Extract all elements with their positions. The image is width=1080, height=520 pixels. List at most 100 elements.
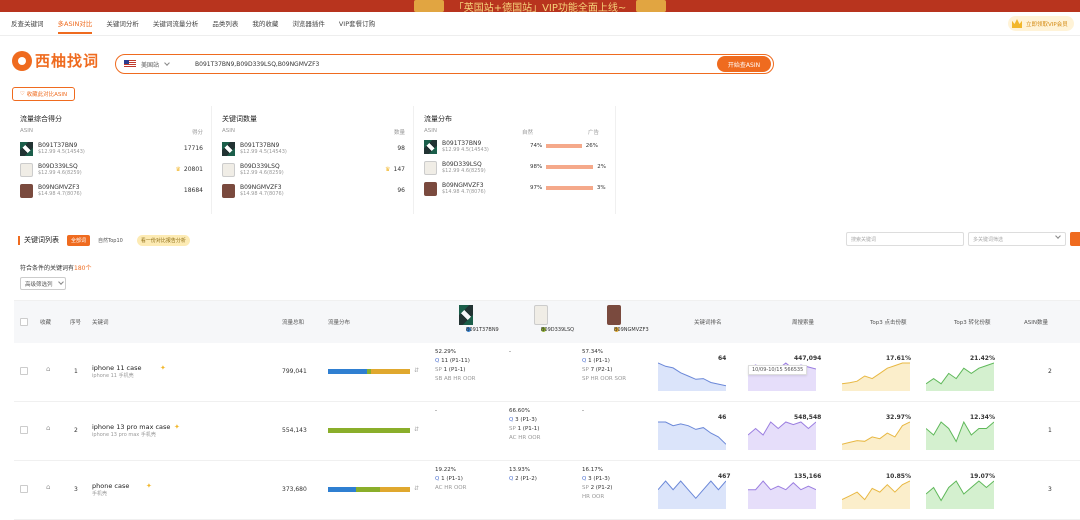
share-bar[interactable]: [328, 428, 410, 433]
nav-item[interactable]: 关键词分析: [106, 12, 139, 36]
card-row[interactable]: B09NGMVZF3 $14.98 4.7(8076) 18684: [20, 183, 203, 199]
header-search-volume[interactable]: 周搜索量: [792, 318, 814, 326]
share-bar[interactable]: [328, 487, 410, 492]
trend-sparkline[interactable]: [925, 361, 995, 391]
count-value: 96: [397, 187, 405, 194]
keyword-text[interactable]: phone case: [92, 482, 129, 490]
tag-icon[interactable]: ⌂: [46, 483, 50, 491]
site-select[interactable]: 美国站: [141, 60, 159, 69]
nav-item[interactable]: VIP套餐订购: [339, 12, 375, 36]
card-row[interactable]: B09D339LSQ $12.99 4.6(8259) ♛ 20801: [20, 162, 203, 178]
spark-icon[interactable]: ✦: [160, 364, 166, 372]
traffic-score-card: 流量综合得分 ASIN 得分 B091T37BN9 $12.99 4.5(14543…: [12, 106, 212, 214]
trend-sparkline[interactable]: [925, 479, 995, 509]
keyword-cell[interactable]: iphone 13 pro max case iphone 13 pro max …: [92, 423, 170, 439]
keyword-text[interactable]: iphone 13 pro max case: [92, 423, 170, 431]
trend-sparkline[interactable]: [747, 420, 817, 450]
row-checkbox[interactable]: [20, 367, 28, 375]
search-keyword-button[interactable]: [1070, 232, 1080, 246]
card-row[interactable]: B09NGMVZF3 $14.98 4.7(8076) 97% 3%: [424, 181, 607, 197]
card-row[interactable]: B091T37BN9 $12.99 4.5(14543) 98: [222, 141, 405, 157]
sp-ad-icon: SP: [509, 426, 516, 432]
share-bar[interactable]: [328, 369, 410, 374]
table-row[interactable]: ⌂ 3 phone case 手机壳 ✦ 373,680 ⇵ 19.22% Q 1 …: [14, 461, 1080, 520]
product-thumbnail: [222, 142, 235, 156]
search-button[interactable]: 开始查ASIN: [717, 56, 771, 72]
nav-item[interactable]: 品类列表: [212, 12, 238, 36]
count-value: 98: [397, 145, 405, 152]
product-thumbnail: [20, 184, 33, 198]
trend-sparkline[interactable]: [748, 479, 817, 509]
rank-value: 467: [718, 473, 731, 480]
product-asin: B09D339LSQ: [541, 327, 575, 333]
organic-icon: Q: [435, 358, 440, 364]
keyword-cell[interactable]: iphone 11 case iphone 11 手机壳: [92, 364, 142, 380]
trend-sparkline[interactable]: [657, 479, 727, 509]
favorite-compare-button[interactable]: ♡ 收藏此对比ASIN: [12, 87, 75, 101]
header-top3-conv[interactable]: Top3 转化份额: [954, 318, 991, 326]
asin-input[interactable]: B091T37BN9,B09D339LSQ,B09NGMVZF3: [195, 61, 717, 68]
column-filter-dropdown[interactable]: 高级筛选列: [20, 277, 66, 290]
tab-organic-top10[interactable]: 自然Top10: [94, 235, 127, 246]
chart-icon[interactable]: ⇵: [414, 426, 419, 433]
trend-sparkline[interactable]: [841, 420, 911, 450]
multi-keyword-filter[interactable]: 多关键词筛选: [968, 232, 1066, 246]
header-keyword[interactable]: 关键词: [92, 318, 109, 326]
organic-icon: Q: [509, 476, 514, 482]
trend-sparkline[interactable]: [841, 361, 910, 391]
spark-icon[interactable]: ✦: [146, 482, 152, 490]
asin-meta: $14.98 4.7(8076): [240, 191, 284, 197]
nav-item[interactable]: 关键词流量分析: [153, 12, 199, 36]
card-row[interactable]: B09NGMVZF3 $14.98 4.7(8076) 96: [222, 183, 405, 199]
header-top3-click[interactable]: Top3 点击份额: [870, 318, 907, 326]
product-asin: B09NGMVZF3: [614, 327, 649, 333]
select-all-checkbox[interactable]: [20, 318, 28, 326]
keyword-text[interactable]: iphone 11 case: [92, 364, 142, 372]
trend-sparkline[interactable]: [658, 420, 727, 450]
row-checkbox[interactable]: [20, 426, 28, 434]
trend-sparkline[interactable]: [657, 361, 727, 391]
nav-item-active[interactable]: 多ASIN对比: [57, 12, 92, 36]
organic-rank: 11 (P1-11): [441, 358, 470, 364]
nav-item[interactable]: 浏览器插件: [292, 12, 325, 36]
chart-icon[interactable]: ⇵: [414, 367, 419, 374]
asin-count-value[interactable]: 1: [1048, 427, 1052, 434]
keyword-search-input[interactable]: 搜索关键词: [846, 232, 964, 246]
tag-icon[interactable]: ⌂: [46, 365, 50, 373]
nav-item[interactable]: 反查关键词: [11, 12, 44, 36]
spark-icon[interactable]: ✦: [174, 423, 180, 431]
vip-button[interactable]: 立即领取VIP会员: [1008, 16, 1074, 31]
col-header: 数量: [393, 130, 405, 136]
section-marker: [18, 235, 20, 245]
asin-count-value[interactable]: 3: [1048, 486, 1052, 493]
row-checkbox[interactable]: [20, 485, 28, 493]
trend-sparkline[interactable]: [925, 420, 995, 450]
chart-icon[interactable]: ⇵: [414, 485, 419, 492]
header-volume[interactable]: 流量总和: [282, 318, 304, 326]
logo[interactable]: 西柚找词: [12, 50, 99, 71]
us-flag-icon: [124, 60, 136, 68]
ad-pct: 26%: [585, 143, 598, 149]
card-row[interactable]: B091T37BN9 $12.99 4.5(14543) 74% 26%: [424, 139, 607, 155]
keyword-cell[interactable]: phone case 手机壳: [92, 482, 129, 498]
compare-report-button[interactable]: 看一份对比报告分析: [136, 234, 190, 246]
table-row[interactable]: ⌂ 2 iphone 13 pro max case iphone 13 pro …: [14, 402, 1080, 461]
nav-item[interactable]: 我的收藏: [252, 12, 278, 36]
top3-click-value: 32.97%: [886, 414, 911, 421]
card-row[interactable]: B09D339LSQ $12.99 4.6(8259) ♛ 147: [222, 162, 405, 178]
card-row[interactable]: B091T37BN9 $12.99 4.5(14543) 17716: [20, 141, 203, 157]
header-rank[interactable]: 关键词排名: [694, 318, 722, 326]
card-row[interactable]: B09D339LSQ $12.99 4.6(8259) 98% 2%: [424, 160, 607, 176]
col-header: 得分: [191, 130, 203, 136]
table-row[interactable]: ⌂ 1 iphone 11 case iphone 11 手机壳 ✦ 799,04…: [14, 343, 1080, 402]
card-title: 流量分布: [424, 115, 452, 123]
banner-decoration: [636, 0, 667, 12]
organic-icon: Q: [509, 417, 514, 423]
tag-icon[interactable]: ⌂: [46, 424, 50, 432]
ad-rank: 1 (P1-1): [443, 367, 466, 373]
header-asin-count[interactable]: ASIN数量: [1024, 318, 1048, 326]
asin-count-value[interactable]: 2: [1048, 368, 1052, 375]
promo-banner[interactable]: 「英国站+德国站」VIP功能全面上线~: [0, 0, 1080, 12]
trend-sparkline[interactable]: [841, 479, 911, 509]
tab-all-keywords[interactable]: 全部词: [67, 234, 91, 246]
